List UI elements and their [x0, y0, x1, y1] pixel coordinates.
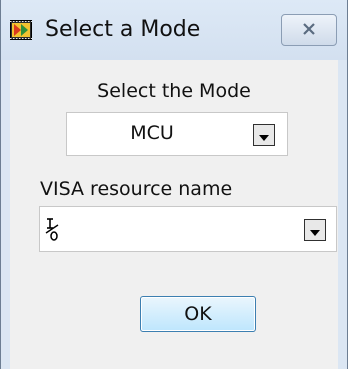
- ok-button[interactable]: OK: [140, 296, 256, 332]
- mode-dropdown-button[interactable]: [253, 124, 275, 146]
- visa-resource-field[interactable]: [39, 206, 337, 252]
- dialog-window: Select a Mode Select the Mode MCU VISA r…: [0, 0, 348, 369]
- chevron-down-icon: [259, 126, 269, 145]
- io-resource-icon: [44, 216, 60, 242]
- labview-vi-icon: [10, 20, 32, 40]
- dialog-client-area: Select the Mode MCU VISA resource name O…: [10, 60, 338, 369]
- chevron-down-icon: [310, 221, 320, 240]
- mode-label: Select the Mode: [97, 80, 251, 102]
- visa-resource-label: VISA resource name: [40, 178, 233, 200]
- visa-dropdown-button[interactable]: [304, 219, 326, 241]
- close-button[interactable]: [281, 14, 337, 46]
- window-title: Select a Mode: [45, 17, 201, 42]
- mode-selected-value: MCU: [130, 122, 174, 144]
- close-icon: [302, 21, 316, 40]
- title-bar[interactable]: Select a Mode: [1, 0, 347, 60]
- mode-select[interactable]: MCU: [66, 112, 288, 156]
